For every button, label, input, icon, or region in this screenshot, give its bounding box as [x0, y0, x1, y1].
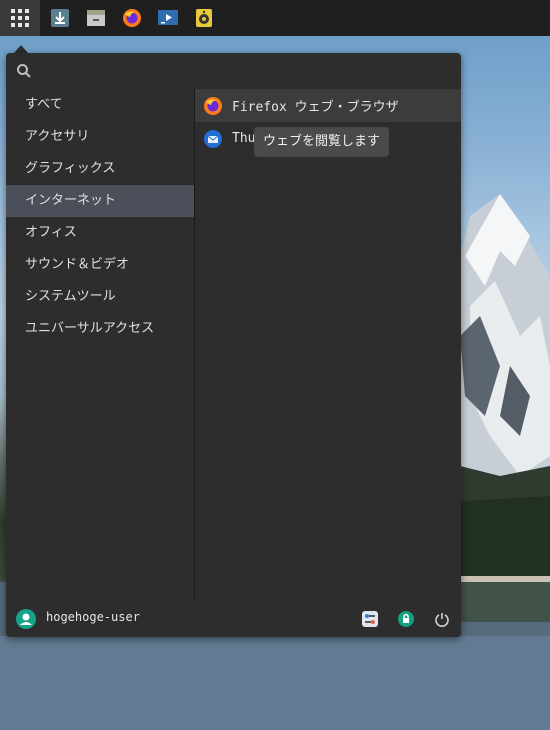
- media-player-launcher[interactable]: [150, 0, 186, 36]
- media-player-icon: [158, 10, 178, 25]
- avatar: [16, 609, 36, 629]
- category-internet[interactable]: インターネット: [6, 185, 194, 217]
- apps-grid-icon: [11, 9, 29, 27]
- app-item-label: Thu: [232, 131, 256, 146]
- category-accessories[interactable]: アクセサリ: [6, 121, 194, 153]
- search-bar: [6, 53, 461, 89]
- applications-menu: すべて アクセサリ グラフィックス インターネット オフィス サウンド＆ビデオ …: [6, 53, 461, 637]
- downloader-launcher[interactable]: [42, 0, 78, 36]
- category-system-tools[interactable]: システムツール: [6, 281, 194, 313]
- app-tooltip: ウェブを閲覧します: [254, 127, 390, 157]
- archive-manager-launcher[interactable]: [78, 0, 114, 36]
- menu-footer: hogehoge-user: [6, 601, 461, 637]
- category-list: すべて アクセサリ グラフィックス インターネット オフィス サウンド＆ビデオ …: [6, 89, 195, 601]
- speaker-launcher[interactable]: [186, 0, 222, 36]
- search-input[interactable]: [40, 59, 454, 85]
- settings-button[interactable]: [360, 609, 380, 629]
- speaker-icon: [196, 9, 212, 27]
- category-office[interactable]: オフィス: [6, 217, 194, 249]
- category-sound-video[interactable]: サウンド＆ビデオ: [6, 249, 194, 281]
- app-list: Firefox ウェブ・ブラウザ Thu: [195, 89, 461, 601]
- downloader-icon: [51, 9, 69, 27]
- settings-icon: [362, 611, 378, 627]
- search-icon: [17, 64, 31, 78]
- power-button[interactable]: [432, 609, 452, 629]
- archive-manager-icon: [87, 10, 105, 26]
- menu-pointer: [14, 45, 28, 53]
- firefox-launcher[interactable]: [114, 0, 150, 36]
- lock-screen-button[interactable]: [396, 609, 416, 629]
- category-universal-access[interactable]: ユニバーサルアクセス: [6, 313, 194, 345]
- power-icon: [435, 613, 449, 627]
- category-graphics[interactable]: グラフィックス: [6, 153, 194, 185]
- category-all[interactable]: すべて: [6, 89, 194, 121]
- firefox-icon: [204, 96, 222, 115]
- applications-menu-button[interactable]: [0, 0, 40, 36]
- app-item-firefox[interactable]: Firefox ウェブ・ブラウザ: [195, 89, 461, 122]
- app-item-label: Firefox ウェブ・ブラウザ: [232, 100, 399, 115]
- username: hogehoge-user: [46, 610, 140, 624]
- firefox-icon: [123, 9, 141, 27]
- lock-screen-icon: [398, 611, 414, 627]
- top-panel: [0, 0, 550, 36]
- thunderbird-icon: [204, 129, 222, 148]
- user-icon: [20, 613, 32, 625]
